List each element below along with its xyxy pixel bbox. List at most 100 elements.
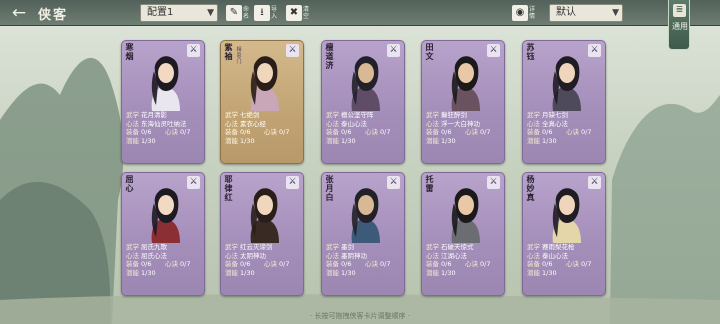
wuxue-label: 武学 [527, 111, 540, 119]
arrow-left-icon: ← [11, 3, 27, 23]
xinjue-label: 心诀 [365, 260, 378, 269]
hero-info: 武学 癫狂醉剑 心法 浮一大白神功 装备 0/6 心诀 0/7 潜能 1/30 [426, 111, 504, 145]
hero-card[interactable]: 张月白 ⚔ 武学 墨剑 心法 墨阴神功 装备 0/6 心诀 0/7 潜能 1/30 [321, 172, 405, 296]
hero-name: 屈心 [125, 174, 134, 193]
xinfa-value: 东海仙灵吐纳法 [141, 119, 187, 128]
general-tab-label: 通用 [672, 22, 688, 31]
xinjue-value: 0/7 [480, 128, 491, 137]
zhuangbei-value: 0/6 [240, 260, 251, 269]
zhuangbei-value: 0/6 [441, 128, 452, 137]
xinjue-label: 心诀 [165, 260, 178, 269]
xinjue-label: 心诀 [465, 128, 478, 137]
clear-label: 清空 [303, 6, 310, 20]
wuxue-value: 赛雨梨花枪 [542, 243, 575, 251]
general-side-tab[interactable]: ≣ 通用 [668, 0, 690, 50]
config-select[interactable]: 配置1 ▼ [140, 4, 218, 22]
xinfa-value: 全真心法 [542, 119, 568, 128]
zhuangbei-value: 0/6 [441, 260, 452, 269]
xinjue-label: 心诀 [566, 260, 579, 269]
xinfa-label: 心法 [225, 251, 238, 260]
xinfa-label: 心法 [426, 119, 439, 128]
xinjue-label: 心诀 [264, 128, 277, 137]
wuxue-label: 武学 [426, 111, 439, 119]
trash-icon: ✖ [286, 5, 302, 21]
hero-card[interactable]: 杨妙真 ⚔ 武学 赛雨梨花枪 心法 泰山心法 装备 0/6 心诀 0/7 潜能 1/30 [522, 172, 606, 296]
zhuangbei-label: 装备 [426, 128, 439, 137]
xinjue-value: 0/7 [180, 128, 191, 137]
qianneng-value: 1/30 [542, 268, 557, 277]
sword-icon: ⚔ [286, 44, 299, 57]
qianneng-value: 1/30 [542, 136, 557, 145]
hero-name: 寒烟 [125, 42, 134, 61]
hero-card[interactable]: 寒烟 ⚔ 武学 花月清影 心法 东海仙灵吐纳法 装备 0/6 心诀 0/7 潜能 1/30 [121, 40, 205, 164]
hero-info: 武学 石破天惊式 心法 江湖心法 装备 0/6 心诀 0/7 潜能 1/30 [426, 243, 504, 277]
zhuangbei-label: 装备 [126, 260, 139, 269]
zhuangbei-label: 装备 [426, 260, 439, 269]
import-button[interactable]: ⭳ 导入 [254, 3, 281, 23]
zhuangbei-label: 装备 [527, 260, 540, 269]
hero-name: 耶律红 [224, 174, 233, 202]
xinfa-value: 浮一大白神功 [441, 119, 480, 128]
xinfa-label: 心法 [126, 119, 139, 128]
hero-card[interactable]: 苏钰 ⚔ 武学 月缺七剑 心法 全真心法 装备 0/6 心诀 0/7 潜能 1/30 [522, 40, 606, 164]
wuxue-value: 墨剑 [341, 243, 354, 251]
hero-card[interactable]: 檀道济 ⚔ 武学 檀公坚守阵 心法 泰山心法 装备 0/6 心诀 0/7 潜能 1/30 [321, 40, 405, 164]
detail-toggle[interactable]: ◉ 详情 [512, 3, 539, 23]
xinjue-value: 0/7 [581, 128, 592, 137]
wuxue-label: 武学 [326, 243, 339, 251]
xinfa-label: 心法 [426, 251, 439, 260]
wuxue-label: 武学 [527, 243, 540, 251]
page-title: 侠客 [38, 8, 69, 23]
rename-button[interactable]: ✎ 命名 [226, 3, 253, 23]
zhuangbei-label: 装备 [225, 260, 238, 269]
qianneng-value: 1/30 [341, 268, 356, 277]
wuxue-value: 屈氏九歌 [141, 243, 167, 251]
xinfa-label: 心法 [126, 251, 139, 260]
wuxue-value: 檀公坚守阵 [341, 111, 374, 119]
hero-name: 张月白 [325, 174, 334, 202]
xinjue-value: 0/7 [380, 260, 391, 269]
sword-icon: ⚔ [487, 44, 500, 57]
xinjue-label: 心诀 [566, 128, 579, 137]
zhuangbei-label: 装备 [225, 128, 238, 137]
back-button[interactable]: ← [6, 3, 32, 23]
download-icon: ⭳ [254, 5, 270, 21]
zhuangbei-label: 装备 [126, 128, 139, 137]
zhuangbei-label: 装备 [527, 128, 540, 137]
hero-card[interactable]: 田文 ⚔ 武学 癫狂醉剑 心法 浮一大白神功 装备 0/6 心诀 0/7 潜能 1/30 [421, 40, 505, 164]
wuxue-value: 月缺七剑 [542, 111, 568, 119]
qianneng-value: 1/30 [141, 268, 156, 277]
zhuangbei-value: 0/6 [341, 128, 352, 137]
hero-info: 武学 花月清影 心法 东海仙灵吐纳法 装备 0/6 心诀 0/7 潜能 1/30 [126, 111, 204, 145]
wuxue-value: 七绝剑 [240, 111, 260, 119]
zhuangbei-value: 0/6 [141, 128, 152, 137]
clear-button[interactable]: ✖ 清空 [286, 3, 313, 23]
sort-select[interactable]: 默认 ▼ [549, 4, 623, 22]
xinfa-value: 墨阴神功 [341, 251, 367, 260]
hero-card[interactable]: 屈心 ⚔ 武学 屈氏九歌 心法 屈氏心法 装备 0/6 心诀 0/7 潜能 1/30 [121, 172, 205, 296]
xinfa-label: 心法 [527, 251, 540, 260]
hero-info: 武学 赛雨梨花枪 心法 泰山心法 装备 0/6 心诀 0/7 潜能 1/30 [527, 243, 605, 277]
hero-card[interactable]: 紫袖 相思门 ⚔ 武学 七绝剑 心法 素衣心经 装备 0/6 心诀 0/7 潜能 1/30 [220, 40, 304, 164]
top-bar: ← 侠客 配置1 ▼ ✎ 命名 ⭳ 导入 ✖ 清空 ◉ 详情 默认 ▼ [0, 0, 720, 26]
xinjue-value: 0/7 [480, 260, 491, 269]
zhuangbei-value: 0/6 [141, 260, 152, 269]
zhuangbei-value: 0/6 [341, 260, 352, 269]
sword-icon: ⚔ [588, 176, 601, 189]
wuxue-label: 武学 [225, 243, 238, 251]
hero-card[interactable]: 托雷 ⚔ 武学 石破天惊式 心法 江湖心法 装备 0/6 心诀 0/7 潜能 1/30 [421, 172, 505, 296]
hero-info: 武学 屈氏九歌 心法 屈氏心法 装备 0/6 心诀 0/7 潜能 1/30 [126, 243, 204, 277]
xinjue-label: 心诀 [365, 128, 378, 137]
import-label: 导入 [271, 6, 278, 20]
xinjue-value: 0/7 [380, 128, 391, 137]
xinjue-label: 心诀 [165, 128, 178, 137]
xinfa-label: 心法 [225, 119, 238, 128]
sword-icon: ⚔ [387, 176, 400, 189]
zhuangbei-value: 0/6 [542, 128, 553, 137]
wuxue-value: 花月清影 [141, 111, 167, 119]
chevron-down-icon: ▼ [612, 8, 619, 18]
zhuangbei-label: 装备 [326, 128, 339, 137]
qianneng-label: 潜能 [225, 268, 238, 277]
hero-card[interactable]: 耶律红 ⚔ 武学 红云灭谛剑 心法 太阴神功 装备 0/6 心诀 0/7 潜能 1/30 [220, 172, 304, 296]
sort-select-value: 默认 [556, 7, 576, 18]
